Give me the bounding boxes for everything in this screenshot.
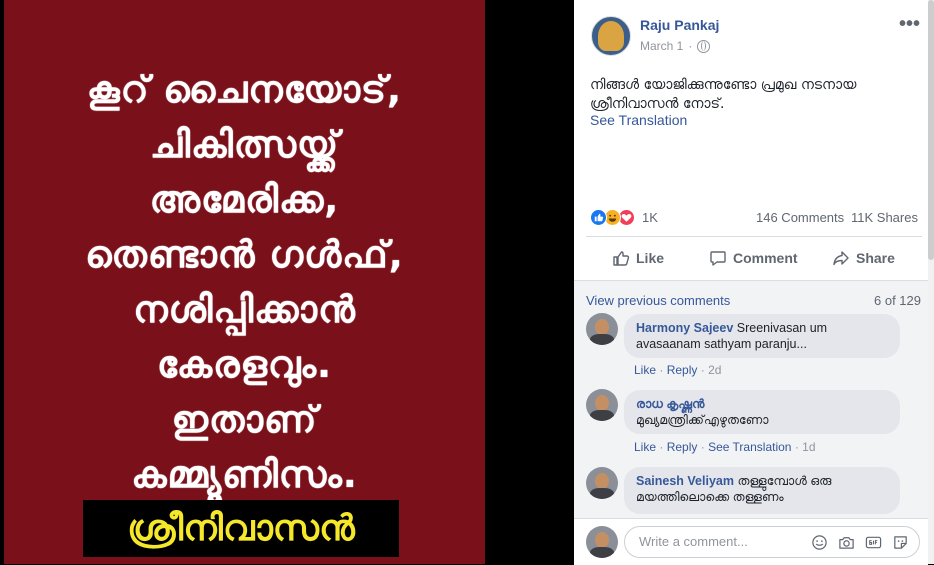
comment-reply-link[interactable]: Reply <box>667 363 698 377</box>
comment-button-label: Comment <box>733 250 798 266</box>
comment-composer <box>574 518 928 565</box>
commenter-name[interactable]: Harmony Sajeev <box>636 321 733 335</box>
share-button[interactable]: Share <box>832 249 895 267</box>
photo-text-line: ഇതാണ് <box>171 398 318 441</box>
thumbs-up-icon <box>613 251 630 266</box>
comment-reply-link[interactable]: Reply <box>667 440 698 454</box>
comment-input-wrapper[interactable] <box>624 526 920 558</box>
post-text: നിങ്ങൾ യോജിക്കുന്നുണ്ടോ പ്രമുഖ നടനായ ശ്ര… <box>590 77 857 112</box>
photo-text-line: അമേരിക്ക, <box>149 178 340 221</box>
like-button-label: Like <box>636 250 665 266</box>
share-arrow-icon <box>833 251 849 266</box>
comment-button[interactable]: Comment <box>709 249 798 267</box>
commenter-avatar[interactable] <box>586 467 618 499</box>
globe-icon[interactable] <box>697 39 711 53</box>
comment-time[interactable]: 1d <box>802 440 815 454</box>
comment-page-indicator: 6 of 129 <box>874 293 921 308</box>
photo-text-line: നശിപ്പിക്കാൻ <box>133 288 356 331</box>
divider <box>586 236 922 237</box>
author-avatar[interactable] <box>591 16 631 56</box>
see-translation-link[interactable]: See Translation <box>590 112 687 128</box>
comment-like-link[interactable]: Like <box>634 440 656 454</box>
scrollbar-thumb[interactable] <box>928 0 934 260</box>
like-reaction-icon <box>590 208 607 226</box>
composer-icons <box>811 534 909 551</box>
comment-actions: Like · Reply · See Translation · 1d <box>634 440 816 454</box>
comments-count[interactable]: 146 Comments <box>756 210 844 225</box>
gif-icon[interactable] <box>865 534 882 551</box>
photo-highlight-name: ശ്രീനിവാസൻ <box>83 500 399 557</box>
reaction-count[interactable]: 1K <box>642 210 658 225</box>
post-sidebar: Raju Pankaj March 1 · ••• നിങ്ങൾ യോജിക്ക… <box>574 0 934 565</box>
comment-text: മുഖ്യമന്ത്രിക്ക്എഴുതണോ <box>636 413 769 427</box>
more-options-icon[interactable]: ••• <box>899 14 920 34</box>
comment-bubble: Harmony Sajeev Sreenivasan um avasaanam … <box>624 314 900 358</box>
comment-bubble: Sainesh Veliyam തള്ളുമ്പോൾ ഒരു മയത്തിലൊക… <box>624 467 900 514</box>
comment-time[interactable]: 2d <box>708 363 721 377</box>
photo-text-line: തെണ്ടാൻ ഗൾഫ്, <box>85 233 404 276</box>
scrollbar[interactable] <box>928 0 934 564</box>
commenter-name[interactable]: Sainesh Veliyam <box>636 474 734 488</box>
commenter-name[interactable]: രാധ കൃഷ്ണൻ <box>636 396 888 412</box>
comment-bubble-icon <box>710 251 726 266</box>
viewer-avatar[interactable] <box>586 526 618 558</box>
photo-text-line: കേരളവും. <box>156 343 333 386</box>
emoji-icon[interactable] <box>811 534 828 551</box>
sticker-icon[interactable] <box>892 534 909 551</box>
post-meta: March 1 · <box>640 39 711 53</box>
comment-input[interactable] <box>637 533 801 550</box>
like-button[interactable]: Like <box>612 249 664 267</box>
shares-count[interactable]: 11K Shares <box>851 210 918 225</box>
commenter-avatar[interactable] <box>586 313 618 345</box>
post-actions: Like Comment Share <box>574 244 934 274</box>
post-photo[interactable]: കൂറ് ചൈനയോട്, ചികിത്സയ്ക്ക് അമേരിക്ക, തെ… <box>4 0 485 564</box>
view-previous-comments-link[interactable]: View previous comments <box>586 293 730 308</box>
share-button-label: Share <box>856 250 895 266</box>
comment-bubble: രാധ കൃഷ്ണൻ മുഖ്യമന്ത്രിക്ക്എഴുതണോ <box>624 390 900 434</box>
photo-text-block: കൂറ് ചൈനയോട്, ചികിത്സയ്ക്ക് അമേരിക്ക, തെ… <box>4 62 485 502</box>
reactions-summary[interactable]: 1K <box>590 208 658 226</box>
comment-like-link[interactable]: Like <box>634 363 656 377</box>
commenter-avatar[interactable] <box>586 389 618 421</box>
photo-text-line: കമ്മ്യൂണിസം. <box>131 453 358 496</box>
post-date[interactable]: March 1 <box>640 39 683 53</box>
comment-actions: Like · Reply · 2d <box>634 363 722 377</box>
photo-viewer: കൂറ് ചൈനയോട്, ചികിത്സയ്ക്ക് അമേരിക്ക, തെ… <box>0 0 574 564</box>
meta-separator: · <box>688 39 693 53</box>
camera-icon[interactable] <box>838 534 855 551</box>
comments-section: View previous comments 6 of 129 Harmony … <box>574 281 928 518</box>
photo-text-line: ചികിത്സയ്ക്ക് <box>149 123 340 166</box>
comment-see-translation-link[interactable]: See Translation <box>708 440 791 454</box>
author-name[interactable]: Raju Pankaj <box>640 17 719 33</box>
photo-text-line: കൂറ് ചൈനയോട്, <box>86 68 403 111</box>
